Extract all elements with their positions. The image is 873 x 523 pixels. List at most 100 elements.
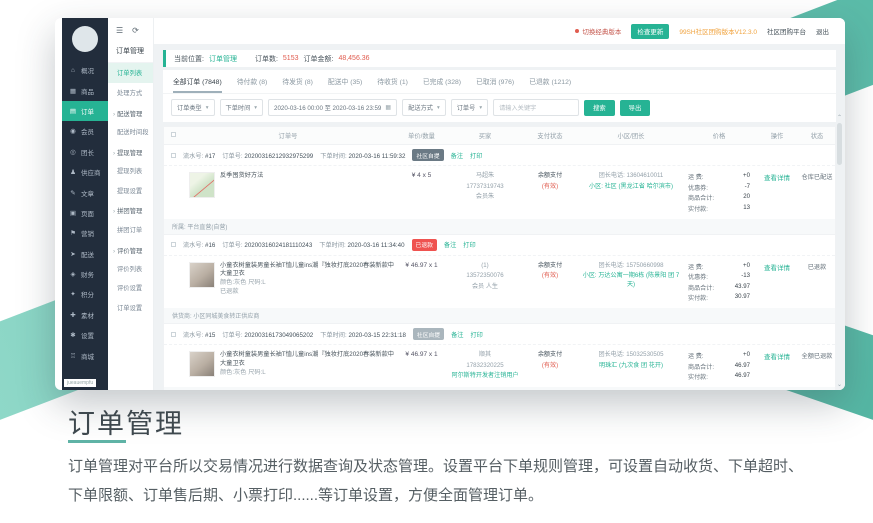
submenu-item-order-list[interactable]: 订单列表 [108,63,153,83]
print-link[interactable]: 打印 [470,330,482,339]
sidebar-item-marketing[interactable]: ⚑营销 [62,223,108,243]
tab-refunded[interactable]: 已退款 (1212) [529,76,571,93]
product-title: 小童衣树童装男童长袖T恤儿童ins潮『独妆打底2020春装新款中大童卫衣 [220,351,394,369]
select-all-checkbox[interactable] [171,132,176,137]
tab-completed[interactable]: 已完成 (328) [423,76,461,93]
submenu-group-groupbuy[interactable]: 拼团管理 [108,200,153,220]
leaders-icon: ◎ [69,148,77,156]
tab-delivering[interactable]: 配送中 (35) [328,76,362,93]
sidebar-item-mall[interactable]: ♖商城 [62,345,108,365]
primary-sidebar: ⌂概况 ▦商品 ▤订单 ◉会员 ◎团长 ♟供应商 ✎文章 ▣页面 ⚑营销 ➤配送… [62,18,108,390]
note-link[interactable]: 备注 [451,151,463,160]
sidebar-item-overview[interactable]: ⌂概况 [62,60,108,80]
pages-icon: ▣ [69,209,77,217]
delivery-type-badge: 社区自提 [413,328,444,340]
product-title: 小童衣树童装男童长袖T恤儿童ins潮『独妆打底2020春装新款中大童卫衣 [220,262,394,280]
submenu-group-withdraw[interactable]: 提现管理 [108,141,153,161]
suppliers-icon: ♟ [69,168,77,176]
sidebar-item-products[interactable]: ▦商品 [62,80,108,100]
export-button[interactable]: 导出 [620,100,651,116]
price-qty: ¥ 46.97 x 1 [394,262,449,269]
sidebar-item-leaders[interactable]: ◎团长 [62,142,108,162]
submenu-item-groupbuy-orders[interactable]: 拼团订单 [108,219,153,239]
tab-cancelled[interactable]: 已取消 (976) [476,76,514,93]
keyword-search-input[interactable]: 请输入关键字 [493,99,579,116]
submenu-item-review-list[interactable]: 评价列表 [108,259,153,279]
scrollbar[interactable]: ⌃ ⌄ [836,116,843,388]
print-link[interactable]: 打印 [470,151,482,160]
community-link[interactable]: 小区: 社区 (黑龙江省 哈尔滨市) [579,183,683,192]
sidebar-item-members[interactable]: ◉会员 [62,121,108,141]
materials-icon: ✚ [69,311,77,319]
fees-cell: 运 费:+0 优惠券:-13 商品合计:43.97 实付款:30.97 [683,262,755,303]
product-spec: 颜色:灰色 尺码:L [220,369,394,378]
refresh-icon[interactable]: ⟳ [132,26,139,35]
tab-pending-receipt[interactable]: 待收货 (1) [377,76,408,93]
search-button[interactable]: 搜索 [584,100,615,116]
note-link[interactable]: 备注 [444,240,456,249]
product-extra: 已退款 [220,288,394,297]
breadcrumb-page[interactable]: 订单管理 [209,54,237,64]
buyer-link[interactable]: 阿尔斯特开发者注销用户 [449,372,521,381]
chevron-down-icon: ▾ [437,105,440,111]
order-time-select[interactable]: 下单时间▾ [220,99,264,116]
submenu-group-delivery[interactable]: 配送管理 [108,102,153,122]
submenu-item-delivery-slots[interactable]: 配送时间段 [108,122,153,142]
scroll-down-icon[interactable]: ⌄ [837,383,842,388]
note-link[interactable]: 备注 [451,330,463,339]
scroll-up-icon[interactable]: ⌃ [837,116,842,121]
home-icon: ⌂ [69,67,77,74]
submenu-item-review-settings[interactable]: 评价设置 [108,278,153,298]
delivery-method-select[interactable]: 配送方式▾ [402,99,446,116]
row-checkbox[interactable] [171,332,176,337]
submenu-item-withdraw-list[interactable]: 提现列表 [108,161,153,181]
order-status: 已退款 [799,262,835,271]
hamburger-icon[interactable]: ☰ [116,26,123,35]
row-checkbox[interactable] [171,153,176,158]
view-detail-link[interactable]: 查看详情 [764,175,790,182]
search-field-select[interactable]: 订单号▾ [451,99,488,116]
submenu-item-withdraw-settings[interactable]: 提现设置 [108,180,153,200]
row-checkbox[interactable] [171,242,176,247]
print-link[interactable]: 打印 [463,240,475,249]
sidebar-item-settings[interactable]: ✱设置 [62,325,108,345]
view-detail-link[interactable]: 查看详情 [764,265,790,272]
payment-cell: 余额支付(有效) [521,262,579,281]
tab-all-orders[interactable]: 全部订单 (7848) [173,76,222,93]
fees-cell: 运 费:+0 商品合计:46.97 实付款:46.97 [683,351,755,381]
sidebar-item-finance[interactable]: ◈财务 [62,264,108,284]
switch-classic-link[interactable]: 切换经典版本 [582,26,621,36]
tab-pending-shipment[interactable]: 待发货 (8) [282,76,313,93]
main-area: 切换经典版本 检查更新 99SH社区团购版本V12.3.0 社区团购平台 退出 … [154,18,845,390]
version-text: 99SH社区团购版本V12.3.0 [679,26,757,36]
sidebar-item-points[interactable]: ✦积分 [62,284,108,304]
tab-pending-payment[interactable]: 待付款 (8) [237,76,268,93]
scrollbar-thumb[interactable] [837,123,842,165]
sidebar-item-materials[interactable]: ✚素材 [62,305,108,325]
product-image [189,262,215,288]
platform-link[interactable]: 社区团购平台 [767,26,806,36]
sidebar-item-suppliers[interactable]: ♟供应商 [62,162,108,182]
submenu-item-handle-method[interactable]: 处理方式 [108,83,153,103]
sidebar-item-orders[interactable]: ▤订单 [62,101,108,121]
sidebar-item-articles[interactable]: ✎文章 [62,182,108,202]
submenu-title: 订单管理 [108,42,153,63]
community-link[interactable]: 明珠汇 (九次食 团 花开) [579,362,683,371]
submenu-group-reviews[interactable]: 评价管理 [108,239,153,259]
delivery-type-badge: 社区自提 [412,149,443,161]
view-detail-link[interactable]: 查看详情 [764,354,790,361]
sidebar-item-pages[interactable]: ▣页面 [62,203,108,223]
notice-dot-icon [575,29,579,33]
date-range-input[interactable]: 2020-03-16 00:00 至 2020-03-16 23:59▦ [268,99,397,116]
logout-link[interactable]: 退出 [816,26,829,36]
supplier-strip: 所属: 平台直营(自营) [164,219,835,234]
community-link[interactable]: 小区: 万达公寓一期6栋 (陈景阳 团 7天) [579,272,683,289]
calendar-icon: ▦ [385,104,391,111]
content-body: 当前位置: 订单管理 订单数: 5153 订单金额: 48,456.36 全部订… [154,44,845,390]
order-type-select[interactable]: 订单类型▾ [171,99,215,116]
submenu-item-order-settings[interactable]: 订单设置 [108,298,153,318]
sidebar-item-delivery[interactable]: ➤配送 [62,244,108,264]
check-update-button[interactable]: 检查更新 [631,24,669,39]
members-icon: ◉ [69,127,77,135]
chevron-down-icon: ▾ [206,105,209,111]
